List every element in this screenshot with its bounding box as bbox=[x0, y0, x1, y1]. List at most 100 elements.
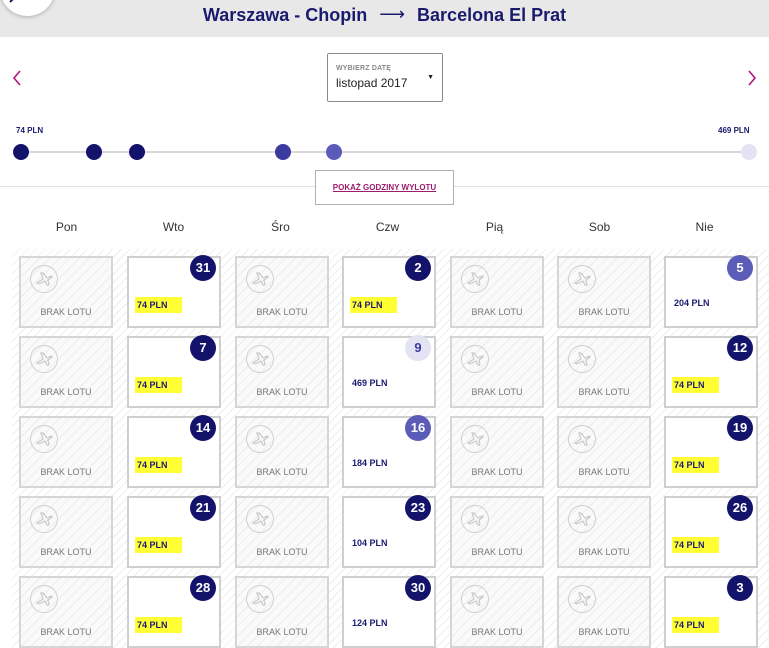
price-dot[interactable] bbox=[13, 144, 29, 160]
calendar-cell-no-flight: BRAK LOTU bbox=[450, 416, 544, 488]
plane-icon bbox=[461, 265, 489, 293]
calendar-cell-no-flight: BRAK LOTU bbox=[557, 496, 651, 568]
previous-month-button[interactable] bbox=[9, 66, 29, 90]
day-number-badge: 14 bbox=[190, 415, 216, 441]
no-flight-label: BRAK LOTU bbox=[256, 467, 308, 477]
plane-icon bbox=[461, 585, 489, 613]
flight-price: 74 PLN bbox=[672, 537, 719, 553]
day-number-badge: 9 bbox=[405, 335, 431, 361]
flight-price: 74 PLN bbox=[135, 297, 182, 313]
flight-price: 469 PLN bbox=[352, 378, 388, 388]
day-number-badge: 30 bbox=[405, 575, 431, 601]
no-flight-label: BRAK LOTU bbox=[471, 467, 523, 477]
weekday-label: Pon bbox=[55, 220, 78, 234]
calendar-cell-no-flight: BRAK LOTU bbox=[235, 576, 329, 648]
month-select-label: WYBIERZ DATĘ bbox=[336, 65, 392, 72]
flight-price: 74 PLN bbox=[350, 297, 397, 313]
calendar-cell-no-flight: BRAK LOTU bbox=[450, 576, 544, 648]
flight-price: 74 PLN bbox=[135, 457, 182, 473]
calendar-cell-no-flight: BRAK LOTU bbox=[19, 256, 113, 328]
route-header: Warszawa - Chopin ⟶ Barcelona El Prat bbox=[0, 0, 769, 37]
destination-airport: Barcelona El Prat bbox=[417, 5, 567, 25]
plane-icon bbox=[246, 585, 274, 613]
weekday-label: Czw bbox=[375, 220, 400, 234]
no-flight-label: BRAK LOTU bbox=[40, 387, 92, 397]
plane-icon bbox=[568, 345, 596, 373]
calendar-cell-flight[interactable]: 12 74 PLN bbox=[664, 335, 758, 408]
calendar-cell-flight[interactable]: 14 74 PLN bbox=[127, 415, 221, 488]
price-dot[interactable] bbox=[275, 144, 292, 160]
chevron-icon bbox=[9, 0, 14, 3]
caret-down-icon: ▼ bbox=[427, 74, 434, 81]
price-dot[interactable] bbox=[326, 144, 343, 160]
calendar-cell-flight[interactable]: 5 204 PLN bbox=[664, 255, 758, 328]
flight-price: 124 PLN bbox=[352, 618, 388, 628]
calendar-cell-flight[interactable]: 30 124 PLN bbox=[342, 575, 436, 648]
day-number-badge: 7 bbox=[190, 335, 216, 361]
day-number-badge: 19 bbox=[727, 415, 753, 441]
calendar-cell-no-flight: BRAK LOTU bbox=[19, 496, 113, 568]
flight-price: 204 PLN bbox=[674, 298, 710, 308]
plane-icon bbox=[246, 505, 274, 533]
calendar-cell-flight[interactable]: 28 74 PLN bbox=[127, 575, 221, 648]
calendar-cell-no-flight: BRAK LOTU bbox=[235, 336, 329, 408]
flight-price: 74 PLN bbox=[135, 377, 182, 393]
plane-icon bbox=[246, 265, 274, 293]
calendar-cell-no-flight: BRAK LOTU bbox=[557, 336, 651, 408]
origin-airport: Warszawa - Chopin bbox=[202, 5, 368, 25]
day-number-badge: 26 bbox=[727, 495, 753, 521]
day-number-badge: 5 bbox=[727, 255, 753, 281]
day-number-badge: 28 bbox=[190, 575, 216, 601]
no-flight-label: BRAK LOTU bbox=[471, 627, 523, 637]
plane-icon bbox=[461, 345, 489, 373]
weekday-label: Wto bbox=[162, 220, 185, 234]
day-number-badge: 2 bbox=[405, 255, 431, 281]
day-number-badge: 3 bbox=[727, 575, 753, 601]
flight-price: 104 PLN bbox=[352, 538, 388, 548]
calendar-cell-flight[interactable]: 9 469 PLN bbox=[342, 335, 436, 408]
no-flight-label: BRAK LOTU bbox=[40, 467, 92, 477]
no-flight-label: BRAK LOTU bbox=[256, 547, 308, 557]
month-select[interactable]: WYBIERZ DATĘ listopad 2017 ▼ bbox=[327, 53, 443, 102]
calendar-cell-flight[interactable]: 23 104 PLN bbox=[342, 495, 436, 568]
calendar-cell-no-flight: BRAK LOTU bbox=[235, 496, 329, 568]
next-month-button[interactable] bbox=[743, 66, 763, 90]
no-flight-label: BRAK LOTU bbox=[471, 547, 523, 557]
calendar-cell-flight[interactable]: 26 74 PLN bbox=[664, 495, 758, 568]
calendar-cell-flight[interactable]: 31 74 PLN bbox=[127, 255, 221, 328]
no-flight-label: BRAK LOTU bbox=[578, 467, 630, 477]
calendar-cell-flight[interactable]: 7 74 PLN bbox=[127, 335, 221, 408]
no-flight-label: BRAK LOTU bbox=[40, 307, 92, 317]
chevron-right-icon bbox=[748, 70, 757, 86]
no-flight-label: BRAK LOTU bbox=[578, 387, 630, 397]
plane-icon bbox=[246, 345, 274, 373]
day-number-badge: 16 bbox=[405, 415, 431, 441]
calendar-cell-no-flight: BRAK LOTU bbox=[450, 256, 544, 328]
no-flight-label: BRAK LOTU bbox=[578, 627, 630, 637]
price-dot[interactable] bbox=[741, 144, 757, 160]
show-hours-button[interactable]: POKAŻ GODZINY WYLOTU bbox=[315, 170, 454, 205]
calendar-cell-flight[interactable]: 3 74 PLN bbox=[664, 575, 758, 648]
calendar-cell-flight[interactable]: 2 74 PLN bbox=[342, 255, 436, 328]
flight-price: 74 PLN bbox=[135, 537, 182, 553]
price-max-label: 469 PLN bbox=[718, 126, 750, 135]
plane-icon bbox=[461, 425, 489, 453]
calendar-cell-flight[interactable]: 19 74 PLN bbox=[664, 415, 758, 488]
day-number-badge: 31 bbox=[190, 255, 216, 281]
calendar-cell-no-flight: BRAK LOTU bbox=[19, 576, 113, 648]
plane-icon bbox=[30, 345, 58, 373]
calendar-cell-flight[interactable]: 21 74 PLN bbox=[127, 495, 221, 568]
plane-icon bbox=[568, 425, 596, 453]
price-dot[interactable] bbox=[85, 144, 102, 160]
weekday-label: Nie bbox=[695, 220, 714, 234]
price-min-label: 74 PLN bbox=[16, 126, 44, 135]
calendar-cell-flight[interactable]: 16 184 PLN bbox=[342, 415, 436, 488]
route-arrow-icon: ⟶ bbox=[379, 4, 406, 24]
no-flight-label: BRAK LOTU bbox=[578, 547, 630, 557]
no-flight-label: BRAK LOTU bbox=[471, 307, 523, 317]
calendar-cell-no-flight: BRAK LOTU bbox=[450, 496, 544, 568]
plane-icon bbox=[30, 425, 58, 453]
day-number-badge: 23 bbox=[405, 495, 431, 521]
plane-icon bbox=[30, 265, 58, 293]
price-dot[interactable] bbox=[129, 144, 146, 160]
